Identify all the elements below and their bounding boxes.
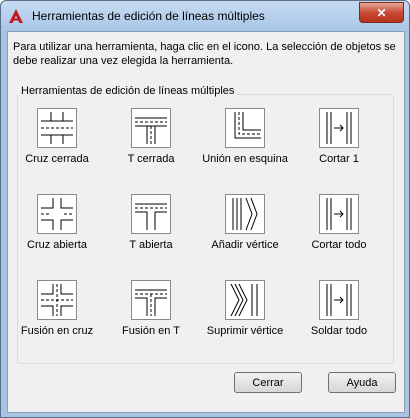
instruction-text: Para utilizar una herramienta, haga clic…: [13, 41, 396, 67]
tool-merged-cross[interactable]: Fusión en cruz: [12, 280, 102, 338]
dialog-body: Para utilizar una herramienta, haga clic…: [7, 31, 405, 413]
weld-all-icon[interactable]: [319, 280, 359, 320]
title-bar[interactable]: Herramientas de edición de líneas múltip…: [1, 1, 409, 31]
tool-cut-all[interactable]: Cortar todo: [294, 194, 384, 252]
tool-add-vertex[interactable]: Añadir vértice: [200, 194, 290, 252]
tool-open-tee[interactable]: T abierta: [106, 194, 196, 252]
tool-merged-tee[interactable]: Fusión en T: [106, 280, 196, 338]
tool-open-cross[interactable]: Cruz abierta: [12, 194, 102, 252]
tool-label: Añadir vértice: [211, 239, 279, 251]
tool-label: Fusión en cruz: [20, 325, 94, 337]
open-tee-icon[interactable]: [131, 194, 171, 234]
closed-cross-icon[interactable]: [37, 108, 77, 148]
tool-delete-vertex[interactable]: Suprimir vértice: [200, 280, 290, 338]
tool-label: Unión en esquina: [202, 153, 288, 165]
tool-closed-cross[interactable]: Cruz cerrada: [12, 108, 102, 166]
tools-group-label: Herramientas de edición de líneas múltip…: [18, 85, 238, 97]
close-icon: ✕: [376, 5, 387, 20]
tool-cut-single[interactable]: Cortar 1: [294, 108, 384, 166]
tool-label: Fusión en T: [122, 325, 180, 337]
window-title: Herramientas de edición de líneas múltip…: [32, 9, 265, 23]
autocad-app-icon: [9, 9, 23, 23]
close-button[interactable]: Cerrar: [234, 372, 302, 393]
close-window-button[interactable]: ✕: [359, 2, 404, 23]
tool-label: T cerrada: [127, 153, 175, 165]
tool-label: Cortar 1: [319, 153, 359, 165]
merged-cross-icon[interactable]: [37, 280, 77, 320]
merged-tee-icon[interactable]: [131, 280, 171, 320]
tool-weld-all[interactable]: Soldar todo: [294, 280, 384, 338]
tool-label: Cruz cerrada: [25, 153, 89, 165]
tool-label: Suprimir vértice: [206, 325, 284, 337]
dialog-window: Herramientas de edición de líneas múltip…: [0, 0, 410, 418]
tool-corner-joint[interactable]: Unión en esquina: [200, 108, 290, 166]
tool-closed-tee[interactable]: T cerrada: [106, 108, 196, 166]
cut-all-icon[interactable]: [319, 194, 359, 234]
tool-label: Soldar todo: [310, 325, 368, 337]
add-vertex-icon[interactable]: [225, 194, 265, 234]
open-cross-icon[interactable]: [37, 194, 77, 234]
corner-joint-icon[interactable]: [225, 108, 265, 148]
tool-label: Cortar todo: [311, 239, 367, 251]
cut-single-icon[interactable]: [319, 108, 359, 148]
delete-vertex-icon[interactable]: [225, 280, 265, 320]
tool-label: Cruz abierta: [27, 239, 87, 251]
closed-tee-icon[interactable]: [131, 108, 171, 148]
tool-label: T abierta: [129, 239, 173, 251]
help-button[interactable]: Ayuda: [328, 372, 396, 393]
